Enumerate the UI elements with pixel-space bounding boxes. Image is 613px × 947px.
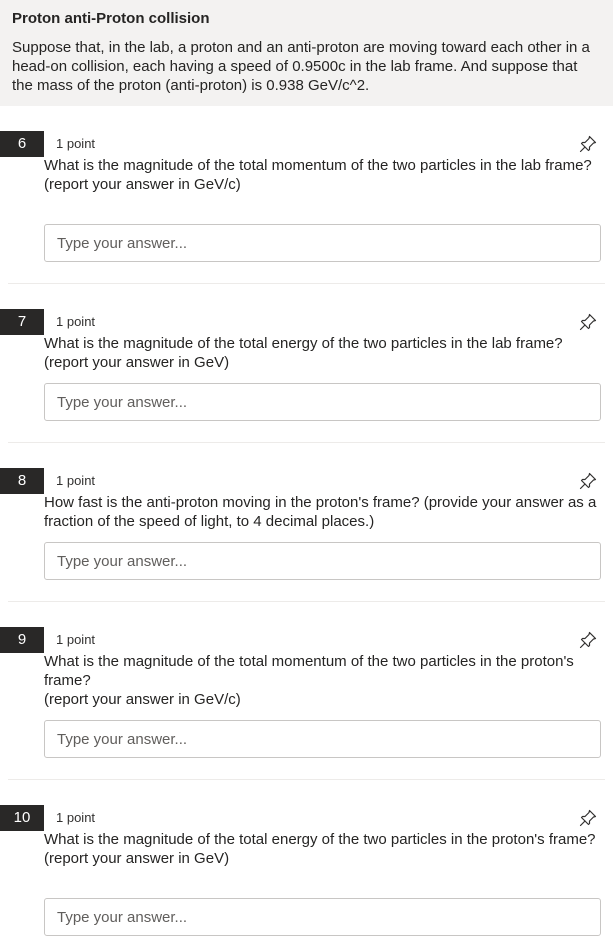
question-points: 1 point [56,810,96,825]
pin-icon[interactable] [578,471,598,491]
answer-input[interactable] [44,224,601,262]
pin-icon[interactable] [578,808,598,828]
pin-icon[interactable] [578,312,598,332]
pin-icon[interactable] [578,630,598,650]
question-number-badge: 8 [0,468,44,494]
answer-input[interactable] [44,542,601,580]
divider [8,442,605,443]
question-text: What is the magnitude of the total momen… [44,653,574,708]
answer-input[interactable] [44,720,601,758]
section-description: Suppose that, in the lab, a proton and a… [12,39,590,94]
question-text: How fast is the anti-proton moving in th… [44,494,597,530]
question-number-badge: 9 [0,627,44,653]
question-text: What is the magnitude of the total momen… [44,157,592,193]
question-text: What is the magnitude of the total energ… [44,335,563,371]
section-header: Proton anti-Proton collision Suppose tha… [0,0,613,106]
question-text: What is the magnitude of the total energ… [44,831,596,867]
divider [8,779,605,780]
question-number-badge: 6 [0,131,44,157]
answer-input[interactable] [44,383,601,421]
question-points: 1 point [56,136,96,151]
question-number-badge: 7 [0,309,44,335]
pin-icon[interactable] [578,134,598,154]
question-points: 1 point [56,632,96,647]
answer-input[interactable] [44,898,601,936]
section-title: Proton anti-Proton collision [12,10,210,27]
divider [8,601,605,602]
question-points: 1 point [56,473,96,488]
divider [8,283,605,284]
question-number-badge: 10 [0,805,44,831]
question-points: 1 point [56,314,96,329]
